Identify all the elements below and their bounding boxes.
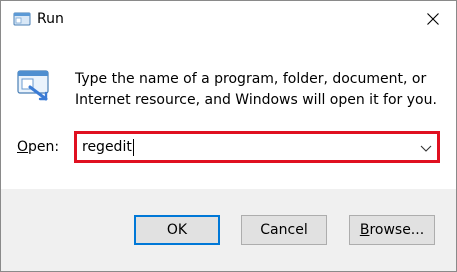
open-label: Open: — [17, 139, 59, 155]
open-combobox[interactable]: regedit — [74, 131, 440, 163]
run-app-icon — [13, 10, 31, 28]
open-input[interactable]: regedit — [82, 139, 134, 156]
close-button[interactable] — [410, 1, 456, 37]
cancel-button[interactable]: Cancel — [241, 215, 327, 245]
open-label-text: pen: — [28, 139, 60, 155]
run-dialog: Run Type the name of a program, folder, … — [0, 0, 457, 272]
window-title: Run — [37, 11, 64, 27]
ok-button[interactable]: OK — [134, 215, 220, 245]
chevron-down-icon[interactable] — [419, 140, 433, 154]
run-dialog-icon — [16, 65, 52, 101]
dialog-description: Type the name of a program, folder, docu… — [75, 71, 437, 108]
open-label-access-key: O — [17, 139, 29, 155]
browse-label: rowse... — [369, 222, 425, 238]
title-bar: Run — [1, 1, 456, 37]
browse-button[interactable]: Browse... — [349, 215, 435, 245]
browse-access-key: B — [359, 222, 370, 238]
close-icon — [427, 13, 439, 25]
